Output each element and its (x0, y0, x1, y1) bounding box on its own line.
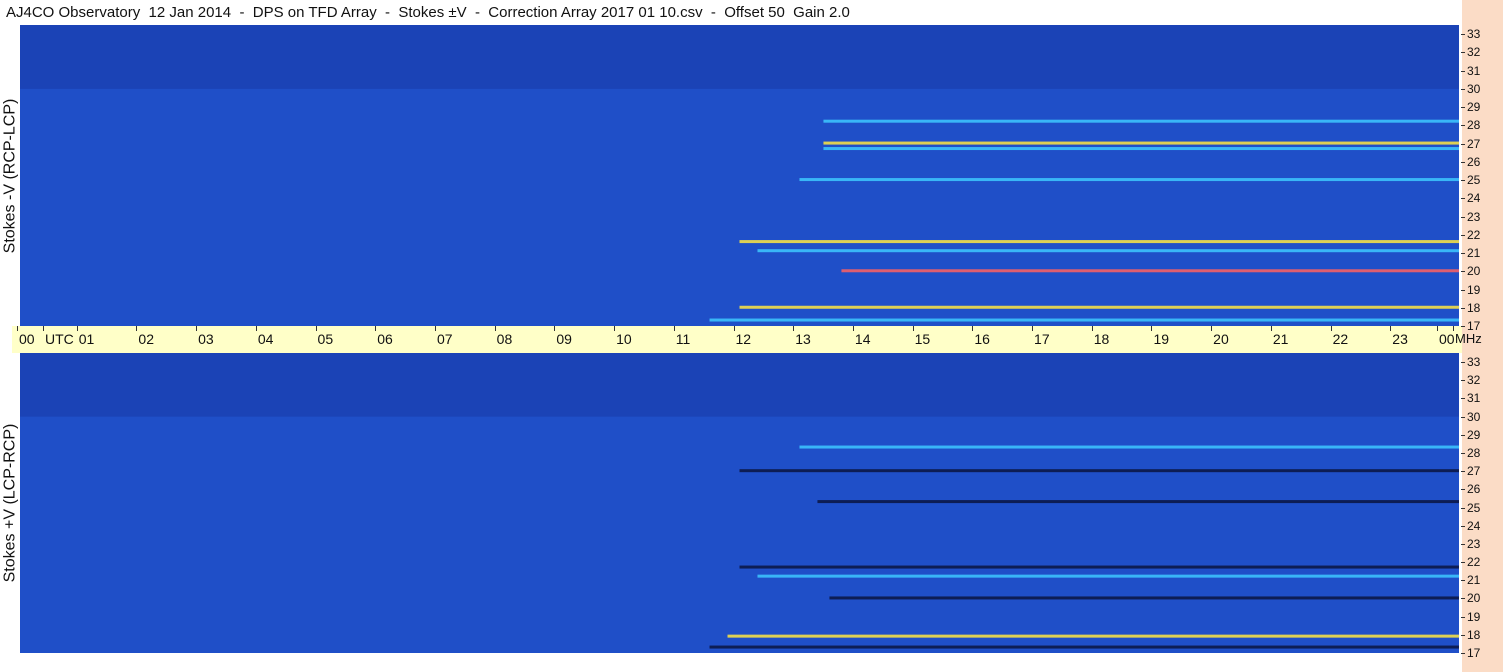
y-tick-label: 27 (1460, 464, 1481, 479)
spectrogram-feature (817, 500, 1459, 504)
spectrogram-bottom-svg (20, 353, 1459, 653)
spectrogram-feature (709, 645, 1459, 649)
x-tick-label: 02 (136, 326, 154, 347)
y-tick-label: 29 (1460, 100, 1481, 115)
x-tick-label: 21 (1270, 326, 1289, 347)
y-tick-label: 26 (1460, 154, 1481, 169)
x-tick-label: 19 (1151, 326, 1170, 347)
x-tick-label: 08 (494, 326, 513, 347)
x-tick-label: 12 (733, 326, 752, 347)
x-tick-label: 14 (852, 326, 871, 347)
spectrogram-bottom (20, 353, 1459, 653)
y-tick-label: 26 (1460, 482, 1481, 497)
y-tick-label: 28 (1460, 118, 1481, 133)
y-tick-label: 18 (1460, 300, 1481, 315)
spectrogram-feature (829, 596, 1459, 600)
y-tick-label: 31 (1460, 391, 1481, 406)
x-tick-label: 01 (76, 326, 95, 347)
spectrogram-feature (799, 178, 1459, 182)
y-tick-label: 33 (1460, 27, 1481, 42)
x-tick-label: 11 (673, 326, 691, 347)
x-tick-label: 06 (375, 326, 393, 347)
y-axis-label-bottom: Stokes +V (LCP-RCP) (0, 353, 20, 653)
spectrogram-feature (739, 240, 1459, 244)
y-tick-label: 30 (1460, 81, 1481, 96)
x-unit-label: UTC (43, 326, 74, 347)
time-axis-bar: 00 01 02 03 04 05 06 07 08 09 10 11 12 13 14 15 16 17 18 19… (12, 326, 1462, 353)
y-tick-label: 19 (1460, 282, 1481, 297)
y-tick-label: 24 (1460, 518, 1481, 533)
spectrogram-feature (799, 445, 1459, 449)
spectrogram-high-band (20, 25, 1459, 89)
y-tick-label: 21 (1460, 573, 1481, 588)
x-tick-label: 13 (793, 326, 811, 347)
x-tick-label: 03 (196, 326, 214, 347)
y-tick-label: 18 (1460, 627, 1481, 642)
y-tick-label: 28 (1460, 446, 1481, 460)
spectrogram-feature (841, 269, 1459, 273)
x-tick-label: 10 (614, 326, 632, 347)
y-axis-label-top-text: Stokes -V (RCP-LCP) (1, 98, 19, 253)
y-tick-label: 32 (1460, 45, 1481, 60)
y-tick-label: 24 (1460, 191, 1481, 206)
x-tick-label: 00 (1437, 326, 1455, 347)
y-tick-label: 17 (1460, 646, 1481, 660)
y-axis-label-bottom-text: Stokes +V (LCP-RCP) (1, 423, 18, 583)
y-tick-label: 27 (1460, 136, 1481, 151)
x-tick-label: 09 (554, 326, 572, 347)
x-tick-label: 05 (315, 326, 334, 347)
x-tick-label: 00 (17, 326, 35, 347)
spectrogram-feature (739, 469, 1459, 473)
y-tick-label: 23 (1460, 536, 1481, 551)
y-tick-label: 30 (1460, 409, 1481, 424)
y-tick-label: 33 (1460, 355, 1481, 370)
spectrogram-feature (739, 305, 1459, 309)
spectrogram-feature (823, 147, 1459, 151)
y-tick-label: 31 (1460, 63, 1481, 78)
spectrogram-feature (727, 634, 1459, 638)
y-tick-label: 32 (1460, 373, 1481, 388)
y-tick-label: 20 (1460, 591, 1481, 606)
x-tick-label: 18 (1091, 326, 1110, 347)
x-tick-label: 15 (912, 326, 931, 347)
spectrogram-feature (757, 574, 1459, 578)
y-axis-label-top: Stokes -V (RCP-LCP) (0, 25, 20, 326)
spectrogram-top (20, 25, 1459, 326)
spectrogram-feature (823, 141, 1459, 145)
y-tick-label: 21 (1460, 246, 1481, 261)
spectrogram-high-band (20, 353, 1459, 417)
y-tick-label: 25 (1460, 173, 1481, 188)
y-tick-label: 22 (1460, 555, 1481, 570)
y-unit-label: MHz (1453, 326, 1482, 346)
x-tick-label: 17 (1032, 326, 1050, 347)
chart-title: AJ4CO Observatory 12 Jan 2014 - DPS on T… (6, 4, 850, 21)
spectrogram-feature (709, 318, 1459, 322)
x-tick-label: 22 (1330, 326, 1349, 347)
x-tick-label: 07 (435, 326, 453, 347)
spectrogram-feature (739, 565, 1459, 569)
spectrogram-top-svg (20, 25, 1459, 326)
x-tick-label: 16 (972, 326, 990, 347)
y-tick-label: 17 (1460, 319, 1481, 333)
y-tick-label: 23 (1460, 209, 1481, 224)
y-tick-label: 22 (1460, 227, 1481, 242)
x-tick-label: 23 (1390, 326, 1408, 347)
spectrogram-feature (757, 249, 1459, 253)
y-tick-label: 20 (1460, 264, 1481, 279)
y-tick-label: 25 (1460, 500, 1481, 515)
x-tick-label: 20 (1211, 326, 1229, 347)
x-tick-label: 04 (255, 326, 274, 347)
y-tick-label: 29 (1460, 427, 1481, 442)
spectrogram-feature (823, 119, 1459, 123)
y-tick-label: 19 (1460, 609, 1481, 624)
